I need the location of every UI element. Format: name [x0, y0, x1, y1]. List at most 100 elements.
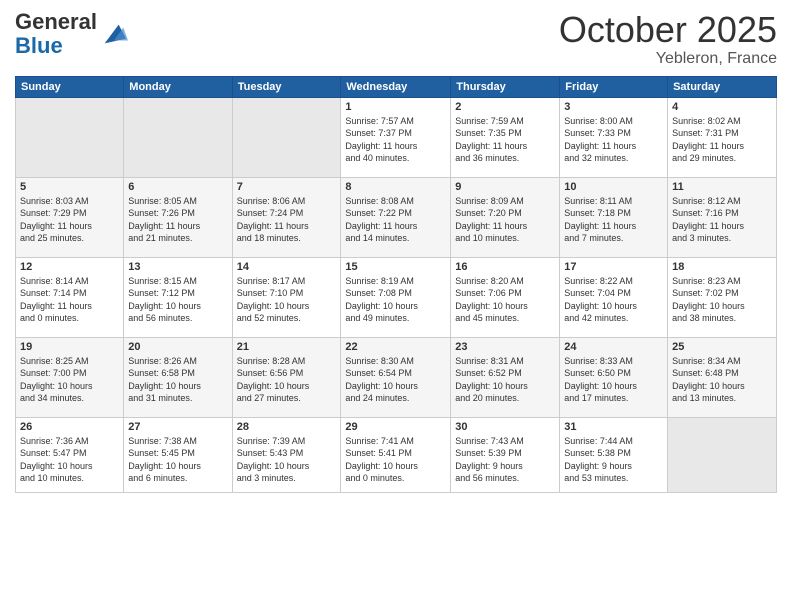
day-number: 12	[20, 261, 119, 273]
day-info: Sunrise: 8:05 AMSunset: 7:26 PMDaylight:…	[128, 195, 227, 245]
day-number: 27	[128, 421, 227, 433]
day-number: 4	[672, 101, 772, 113]
day-info: Sunrise: 7:57 AMSunset: 7:37 PMDaylight:…	[345, 115, 446, 165]
day-info: Sunrise: 7:41 AMSunset: 5:41 PMDaylight:…	[345, 435, 446, 485]
day-info: Sunrise: 7:38 AMSunset: 5:45 PMDaylight:…	[128, 435, 227, 485]
day-number: 9	[455, 181, 555, 193]
day-info: Sunrise: 8:09 AMSunset: 7:20 PMDaylight:…	[455, 195, 555, 245]
table-row	[124, 97, 232, 177]
day-info: Sunrise: 7:44 AMSunset: 5:38 PMDaylight:…	[564, 435, 663, 485]
day-info: Sunrise: 7:39 AMSunset: 5:43 PMDaylight:…	[237, 435, 337, 485]
table-row: 28 Sunrise: 7:39 AMSunset: 5:43 PMDayligh…	[232, 417, 341, 492]
day-info: Sunrise: 8:31 AMSunset: 6:52 PMDaylight:…	[455, 355, 555, 405]
day-info: Sunrise: 7:43 AMSunset: 5:39 PMDaylight:…	[455, 435, 555, 485]
table-row: 7 Sunrise: 8:06 AMSunset: 7:24 PMDaylight…	[232, 177, 341, 257]
day-info: Sunrise: 7:59 AMSunset: 7:35 PMDaylight:…	[455, 115, 555, 165]
table-row: 11Sunrise: 8:12 AMSunset: 7:16 PMDayligh…	[668, 177, 777, 257]
table-row: 25 Sunrise: 8:34 AMSunset: 6:48 PMDayligh…	[668, 337, 777, 417]
table-row: 2 Sunrise: 7:59 AMSunset: 7:35 PMDaylight…	[451, 97, 560, 177]
table-row: 4 Sunrise: 8:02 AMSunset: 7:31 PMDaylight…	[668, 97, 777, 177]
day-info: Sunrise: 7:36 AMSunset: 5:47 PMDaylight:…	[20, 435, 119, 485]
col-tuesday: Tuesday	[232, 76, 341, 97]
table-row: 22 Sunrise: 8:30 AMSunset: 6:54 PMDayligh…	[341, 337, 451, 417]
title-block: October 2025 Yebleron, France	[559, 10, 777, 68]
logo: General Blue	[15, 10, 128, 58]
day-info: Sunrise: 8:34 AMSunset: 6:48 PMDaylight:…	[672, 355, 772, 405]
calendar-header: Sunday Monday Tuesday Wednesday Thursday…	[16, 76, 777, 97]
table-row: 29Sunrise: 7:41 AMSunset: 5:41 PMDayligh…	[341, 417, 451, 492]
table-row: 19 Sunrise: 8:25 AMSunset: 7:00 PMDayligh…	[16, 337, 124, 417]
day-info: Sunrise: 8:30 AMSunset: 6:54 PMDaylight:…	[345, 355, 446, 405]
col-sunday: Sunday	[16, 76, 124, 97]
table-row: 8 Sunrise: 8:08 AMSunset: 7:22 PMDaylight…	[341, 177, 451, 257]
day-number: 19	[20, 341, 119, 353]
day-number: 15	[345, 261, 446, 273]
day-number: 21	[237, 341, 337, 353]
day-info: Sunrise: 8:11 AMSunset: 7:18 PMDaylight:…	[564, 195, 663, 245]
day-info: Sunrise: 8:19 AMSunset: 7:08 PMDaylight:…	[345, 275, 446, 325]
day-info: Sunrise: 8:25 AMSunset: 7:00 PMDaylight:…	[20, 355, 119, 405]
day-info: Sunrise: 8:15 AMSunset: 7:12 PMDaylight:…	[128, 275, 227, 325]
table-row	[232, 97, 341, 177]
table-row: 27 Sunrise: 7:38 AMSunset: 5:45 PMDayligh…	[124, 417, 232, 492]
day-info: Sunrise: 8:33 AMSunset: 6:50 PMDaylight:…	[564, 355, 663, 405]
day-number: 7	[237, 181, 337, 193]
calendar: Sunday Monday Tuesday Wednesday Thursday…	[15, 76, 777, 493]
day-info: Sunrise: 8:02 AMSunset: 7:31 PMDaylight:…	[672, 115, 772, 165]
day-number: 31	[564, 421, 663, 433]
day-info: Sunrise: 8:03 AMSunset: 7:29 PMDaylight:…	[20, 195, 119, 245]
table-row: 6Sunrise: 8:05 AMSunset: 7:26 PMDaylight…	[124, 177, 232, 257]
day-number: 30	[455, 421, 555, 433]
table-row: 12 Sunrise: 8:14 AMSunset: 7:14 PMDayligh…	[16, 257, 124, 337]
table-row: 1 Sunrise: 7:57 AMSunset: 7:37 PMDaylight…	[341, 97, 451, 177]
col-monday: Monday	[124, 76, 232, 97]
day-number: 10	[564, 181, 663, 193]
day-info: Sunrise: 8:23 AMSunset: 7:02 PMDaylight:…	[672, 275, 772, 325]
day-info: Sunrise: 8:12 AMSunset: 7:16 PMDaylight:…	[672, 195, 772, 245]
col-saturday: Saturday	[668, 76, 777, 97]
day-number: 23	[455, 341, 555, 353]
day-number: 28	[237, 421, 337, 433]
page: General Blue October 2025 Yebleron, Fran…	[0, 0, 792, 612]
header: General Blue October 2025 Yebleron, Fran…	[15, 10, 777, 68]
day-number: 13	[128, 261, 227, 273]
table-row	[668, 417, 777, 492]
day-number: 20	[128, 341, 227, 353]
month-title: October 2025	[559, 10, 777, 50]
day-info: Sunrise: 8:14 AMSunset: 7:14 PMDaylight:…	[20, 275, 119, 325]
day-info: Sunrise: 8:20 AMSunset: 7:06 PMDaylight:…	[455, 275, 555, 325]
table-row: 26Sunrise: 7:36 AMSunset: 5:47 PMDayligh…	[16, 417, 124, 492]
day-number: 1	[345, 101, 446, 113]
day-info: Sunrise: 8:28 AMSunset: 6:56 PMDaylight:…	[237, 355, 337, 405]
table-row: 31 Sunrise: 7:44 AMSunset: 5:38 PMDayligh…	[560, 417, 668, 492]
day-info: Sunrise: 8:00 AMSunset: 7:33 PMDaylight:…	[564, 115, 663, 165]
day-number: 3	[564, 101, 663, 113]
header-row: Sunday Monday Tuesday Wednesday Thursday…	[16, 76, 777, 97]
day-number: 18	[672, 261, 772, 273]
day-number: 8	[345, 181, 446, 193]
col-thursday: Thursday	[451, 76, 560, 97]
day-info: Sunrise: 8:17 AMSunset: 7:10 PMDaylight:…	[237, 275, 337, 325]
table-row: 14 Sunrise: 8:17 AMSunset: 7:10 PMDayligh…	[232, 257, 341, 337]
table-row: 3 Sunrise: 8:00 AMSunset: 7:33 PMDaylight…	[560, 97, 668, 177]
day-info: Sunrise: 8:06 AMSunset: 7:24 PMDaylight:…	[237, 195, 337, 245]
day-number: 22	[345, 341, 446, 353]
table-row: 17Sunrise: 8:22 AMSunset: 7:04 PMDayligh…	[560, 257, 668, 337]
table-row: 16 Sunrise: 8:20 AMSunset: 7:06 PMDayligh…	[451, 257, 560, 337]
day-number: 2	[455, 101, 555, 113]
day-number: 25	[672, 341, 772, 353]
logo-general-text: General Blue	[15, 10, 97, 58]
table-row: 13 Sunrise: 8:15 AMSunset: 7:12 PMDayligh…	[124, 257, 232, 337]
day-info: Sunrise: 8:08 AMSunset: 7:22 PMDaylight:…	[345, 195, 446, 245]
table-row: 23 Sunrise: 8:31 AMSunset: 6:52 PMDayligh…	[451, 337, 560, 417]
day-number: 14	[237, 261, 337, 273]
table-row	[16, 97, 124, 177]
calendar-body: 1 Sunrise: 7:57 AMSunset: 7:37 PMDaylight…	[16, 97, 777, 492]
table-row: 20Sunrise: 8:26 AMSunset: 6:58 PMDayligh…	[124, 337, 232, 417]
day-info: Sunrise: 8:22 AMSunset: 7:04 PMDaylight:…	[564, 275, 663, 325]
col-wednesday: Wednesday	[341, 76, 451, 97]
day-number: 16	[455, 261, 555, 273]
logo-icon	[100, 20, 128, 48]
location: Yebleron, France	[559, 50, 777, 68]
table-row: 5Sunrise: 8:03 AMSunset: 7:29 PMDaylight…	[16, 177, 124, 257]
